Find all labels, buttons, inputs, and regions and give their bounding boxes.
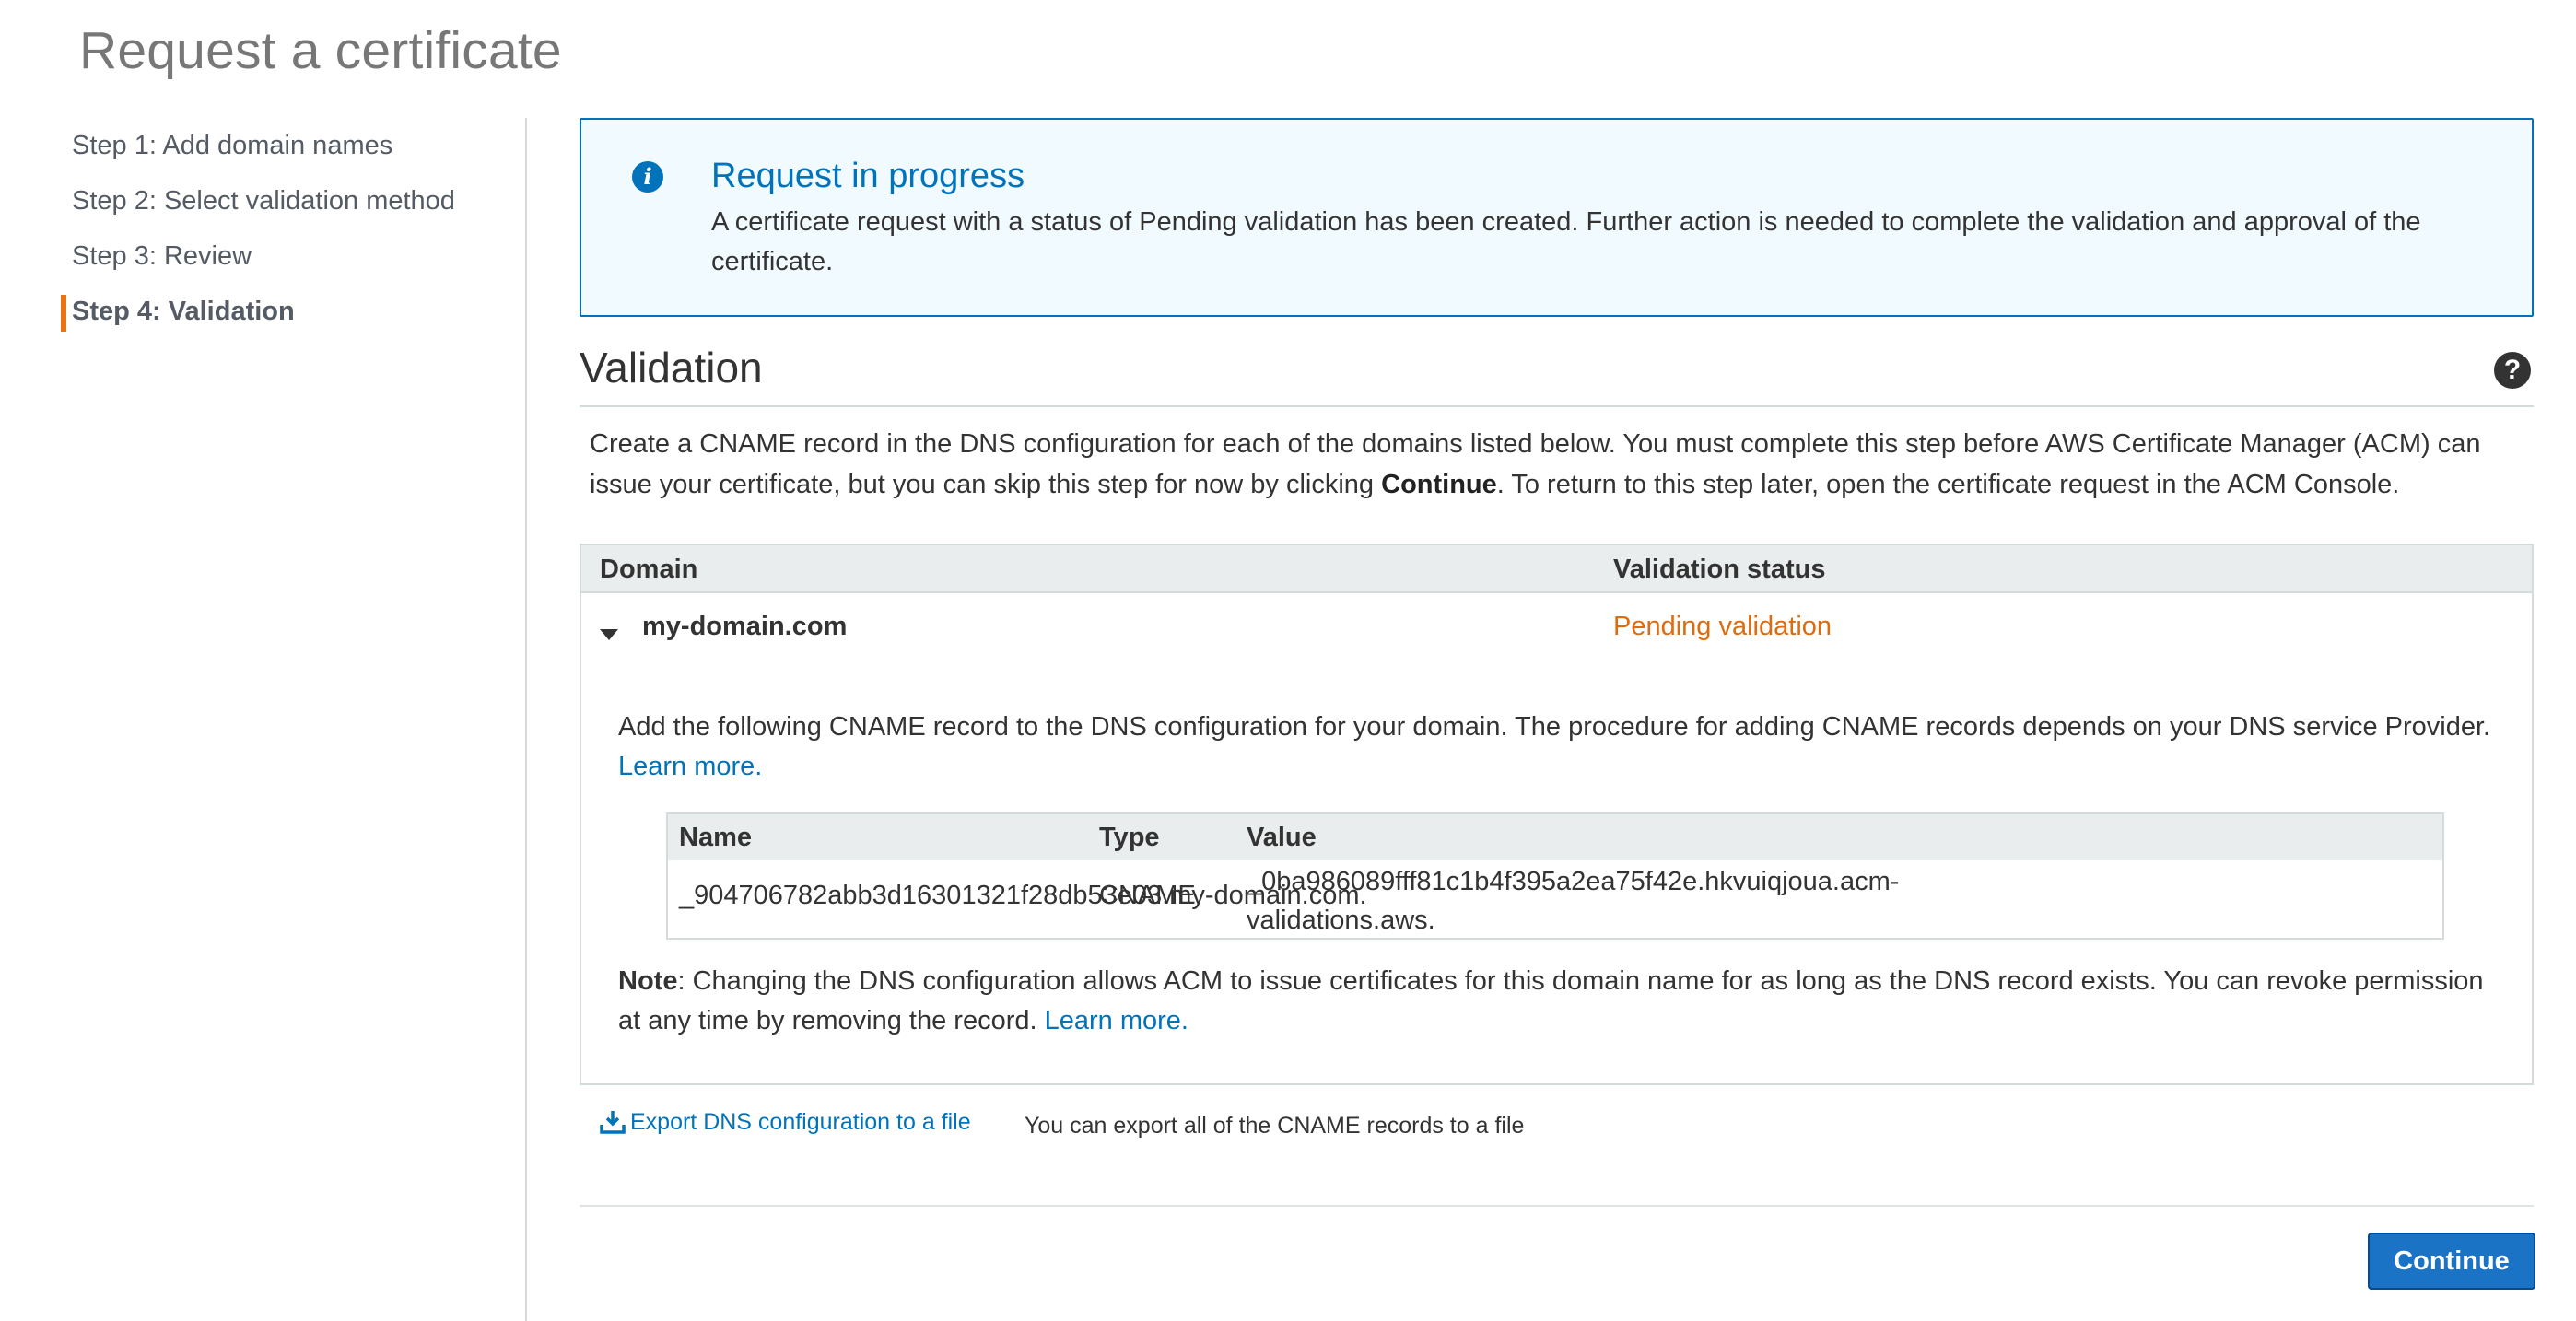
note-learn-more-link[interactable]: Learn more.	[1045, 1006, 1188, 1035]
step-1-link[interactable]: Step 1: Add domain names	[0, 118, 525, 173]
learn-more-link[interactable]: Learn more.	[618, 752, 762, 781]
note-label: Note	[618, 966, 678, 996]
step-4-current: Step 4: Validation	[0, 284, 525, 339]
step-3-link[interactable]: Step 3: Review	[0, 228, 525, 284]
record-value: _0ba986089fff81c1b4f395a2ea75f42e.hkvuiq…	[1247, 867, 1900, 935]
validation-heading: Validation	[580, 344, 763, 392]
domain-name[interactable]: my-domain.com	[642, 612, 847, 642]
help-icon[interactable]: ?	[2494, 352, 2531, 389]
step-2-link[interactable]: Step 2: Select validation method	[0, 173, 525, 228]
validation-status: Pending validation	[1613, 612, 1832, 641]
export-link-label[interactable]: Export DNS configuration to a file	[630, 1109, 971, 1136]
collapse-caret-icon[interactable]	[600, 629, 618, 640]
record-table-header: Name Type Value	[668, 814, 2442, 860]
record-type: CNAME	[1099, 881, 1196, 910]
sidebar-divider	[525, 118, 527, 1321]
section-divider	[580, 405, 2534, 407]
export-dns-button[interactable]: Export DNS configuration to a file	[599, 1108, 971, 1136]
request-in-progress-alert: i Request in progress A certificate requ…	[580, 118, 2534, 317]
page-title: Request a certificate	[79, 21, 562, 80]
cname-instructions: Add the following CNAME record to the DN…	[618, 712, 2491, 781]
info-icon: i	[632, 161, 663, 193]
domain-table-header: Domain Validation status	[581, 545, 2532, 593]
continue-button[interactable]: Continue	[2368, 1233, 2535, 1290]
cname-record-table: Name Type Value _904706782abb3d16301321f…	[666, 812, 2444, 940]
validation-description: Create a CNAME record in the DNS configu…	[590, 429, 2481, 499]
alert-title: Request in progress	[711, 157, 1025, 195]
footer-divider	[580, 1205, 2534, 1207]
value-column-header: Value	[1247, 823, 1317, 852]
step-navigation: Step 1: Add domain names Step 2: Select …	[0, 118, 525, 339]
domain-validation-table: Domain Validation status my-domain.com P…	[580, 544, 2534, 1085]
dns-note: Note: Changing the DNS configuration all…	[618, 966, 2484, 1035]
status-column-header: Validation status	[1613, 555, 1826, 584]
export-hint: You can export all of the CNAME records …	[1025, 1113, 1525, 1139]
name-column-header: Name	[679, 823, 752, 852]
type-column-header: Type	[1099, 823, 1160, 852]
continue-emphasis: Continue	[1381, 470, 1497, 499]
download-icon	[600, 1111, 626, 1134]
domain-column-header: Domain	[600, 555, 698, 584]
alert-text: A certificate request with a status of P…	[711, 207, 2421, 276]
